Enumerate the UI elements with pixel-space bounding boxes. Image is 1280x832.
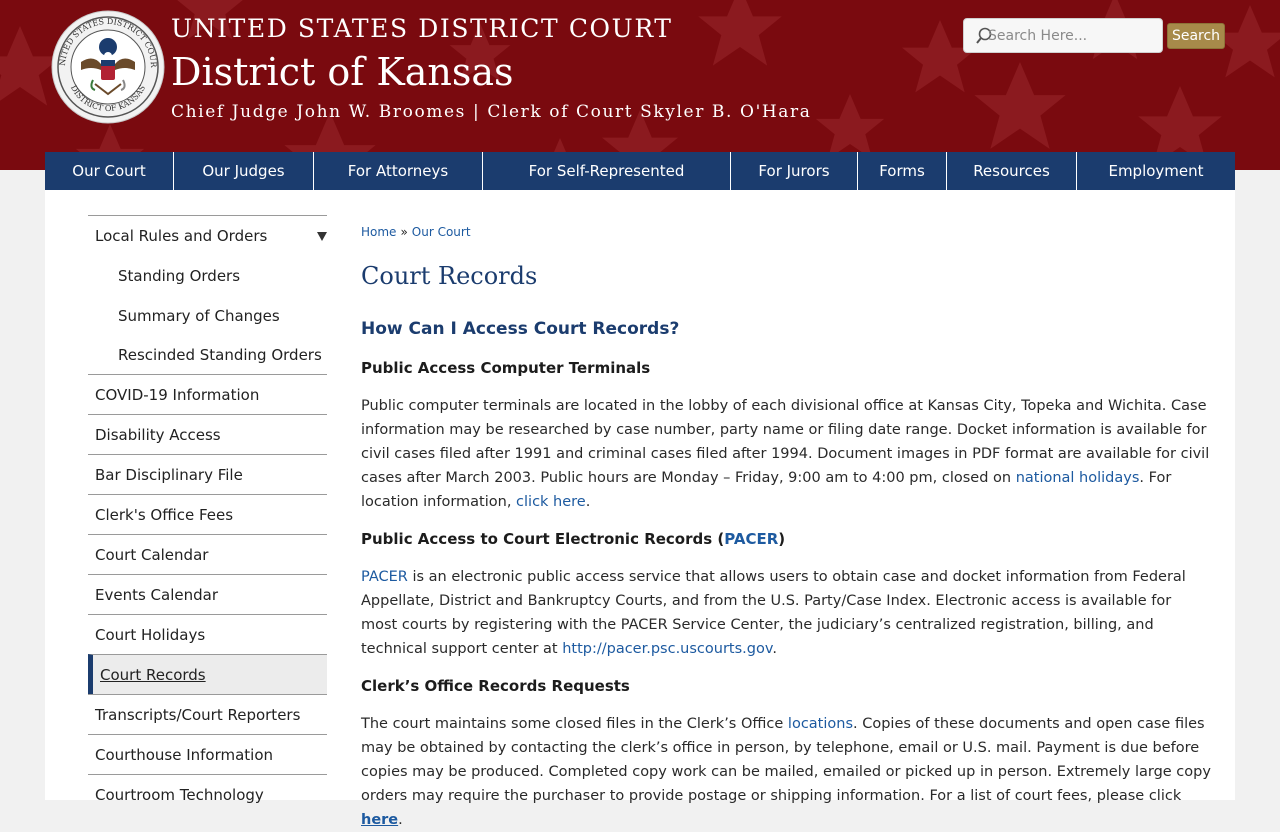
court-fees-here-link[interactable]: here xyxy=(361,812,398,828)
sidebar-item-bar-disciplinary-file[interactable]: Bar Disciplinary File xyxy=(88,454,327,494)
search-box xyxy=(963,18,1163,53)
sidebar-item-court-records[interactable]: Court Records xyxy=(88,654,327,694)
sidebar-nav: Local Rules and Orders Standing Orders S… xyxy=(88,215,327,814)
national-holidays-link[interactable]: national holidays xyxy=(1016,470,1140,486)
terminals-text: . xyxy=(585,494,591,510)
sidebar-item-label: Rescinded Standing Orders xyxy=(118,345,322,364)
sidebar-item-label: Standing Orders xyxy=(118,266,241,285)
breadcrumb-our-court-link[interactable]: Our Court xyxy=(412,225,471,239)
sidebar-item-clerks-office-fees[interactable]: Clerk's Office Fees xyxy=(88,494,327,534)
sidebar-item-courthouse-information[interactable]: Courthouse Information xyxy=(88,734,327,774)
pacer-link[interactable]: PACER xyxy=(361,569,408,585)
search-input[interactable] xyxy=(986,24,1156,48)
nav-item-for-self-represented[interactable]: For Self-Represented xyxy=(483,152,731,190)
main-nav: Our Court Our Judges For Attorneys For S… xyxy=(45,152,1235,190)
sidebar-item-events-calendar[interactable]: Events Calendar xyxy=(88,574,327,614)
sidebar-item-transcripts[interactable]: Transcripts/Court Reporters xyxy=(88,694,327,734)
pacer-text: . xyxy=(772,641,777,657)
page-title: Court Records xyxy=(361,262,538,290)
sidebar-item-covid-19[interactable]: COVID-19 Information xyxy=(88,374,327,414)
judges-line: Chief Judge John W. Broomes | Clerk of C… xyxy=(171,102,812,122)
pacer-paragraph: PACER is an electronic public access ser… xyxy=(361,565,1211,661)
sidebar-item-disability-access[interactable]: Disability Access xyxy=(88,414,327,454)
pacer-psc-url-link[interactable]: http://pacer.psc.uscourts.gov xyxy=(562,641,772,657)
sidebar-item-standing-orders[interactable]: Standing Orders xyxy=(88,255,327,296)
district-title[interactable]: District of Kansas xyxy=(171,50,514,94)
pacer-heading-link[interactable]: PACER xyxy=(724,530,778,548)
records-requests-heading: Clerk’s Office Records Requests xyxy=(361,677,630,695)
sidebar-item-label: Courthouse Information xyxy=(95,745,274,764)
sidebar-item-courtroom-technology[interactable]: Courtroom Technology xyxy=(88,774,327,814)
triangle-down-icon[interactable] xyxy=(317,232,327,241)
terminals-heading: Public Access Computer Terminals xyxy=(361,359,651,377)
sidebar-item-label: Clerk's Office Fees xyxy=(95,505,234,524)
site-header: UNITED STATES DISTRICT COURT DISTRICT OF… xyxy=(0,0,1280,170)
nav-item-our-judges[interactable]: Our Judges xyxy=(174,152,314,190)
requests-text: The court maintains some closed files in… xyxy=(361,716,788,732)
sidebar-item-rescinded-standing-orders[interactable]: Rescinded Standing Orders xyxy=(88,335,327,374)
pacer-heading-text: Public Access to Court Electronic Record… xyxy=(361,530,725,548)
section-heading: How Can I Access Court Records? xyxy=(361,319,680,339)
sidebar-item-label: Transcripts/Court Reporters xyxy=(95,705,301,724)
nav-item-our-court[interactable]: Our Court xyxy=(45,152,174,190)
search-button[interactable]: Search xyxy=(1167,23,1225,49)
nav-item-for-jurors[interactable]: For Jurors xyxy=(731,152,858,190)
pacer-heading: Public Access to Court Electronic Record… xyxy=(361,530,785,548)
sidebar-item-label: Bar Disciplinary File xyxy=(95,465,243,484)
sidebar-item-label: Local Rules and Orders xyxy=(95,226,268,245)
requests-text: . xyxy=(398,812,403,828)
breadcrumb-separator: » xyxy=(400,225,408,239)
sidebar-item-label: Court Records xyxy=(100,665,206,684)
sidebar-item-court-holidays[interactable]: Court Holidays xyxy=(88,614,327,654)
court-title: UNITED STATES DISTRICT COURT xyxy=(171,14,673,43)
court-seal-logo: UNITED STATES DISTRICT COURT DISTRICT OF… xyxy=(51,10,165,124)
terminals-paragraph: Public computer terminals are located in… xyxy=(361,394,1211,514)
pacer-heading-text: ) xyxy=(778,530,786,548)
sidebar-item-label: Disability Access xyxy=(95,425,221,444)
nav-item-forms[interactable]: Forms xyxy=(858,152,947,190)
sidebar-item-label: Summary of Changes xyxy=(118,306,280,325)
location-click-here-link[interactable]: click here xyxy=(516,494,586,510)
sidebar-item-summary-of-changes[interactable]: Summary of Changes xyxy=(88,296,327,335)
sidebar-item-label: Courtroom Technology xyxy=(95,785,264,804)
sidebar-item-label: COVID-19 Information xyxy=(95,385,260,404)
records-requests-paragraph: The court maintains some closed files in… xyxy=(361,712,1211,832)
sidebar-item-court-calendar[interactable]: Court Calendar xyxy=(88,534,327,574)
sidebar-item-label: Court Holidays xyxy=(95,625,206,644)
sidebar-item-local-rules[interactable]: Local Rules and Orders xyxy=(88,215,327,255)
sidebar-item-label: Court Calendar xyxy=(95,545,209,564)
locations-link[interactable]: locations xyxy=(788,716,853,732)
nav-item-resources[interactable]: Resources xyxy=(947,152,1077,190)
breadcrumb-home-link[interactable]: Home xyxy=(361,225,396,239)
nav-item-for-attorneys[interactable]: For Attorneys xyxy=(314,152,483,190)
nav-item-employment[interactable]: Employment xyxy=(1077,152,1235,190)
breadcrumb: Home » Our Court xyxy=(361,225,471,239)
sidebar-item-label: Events Calendar xyxy=(95,585,219,604)
